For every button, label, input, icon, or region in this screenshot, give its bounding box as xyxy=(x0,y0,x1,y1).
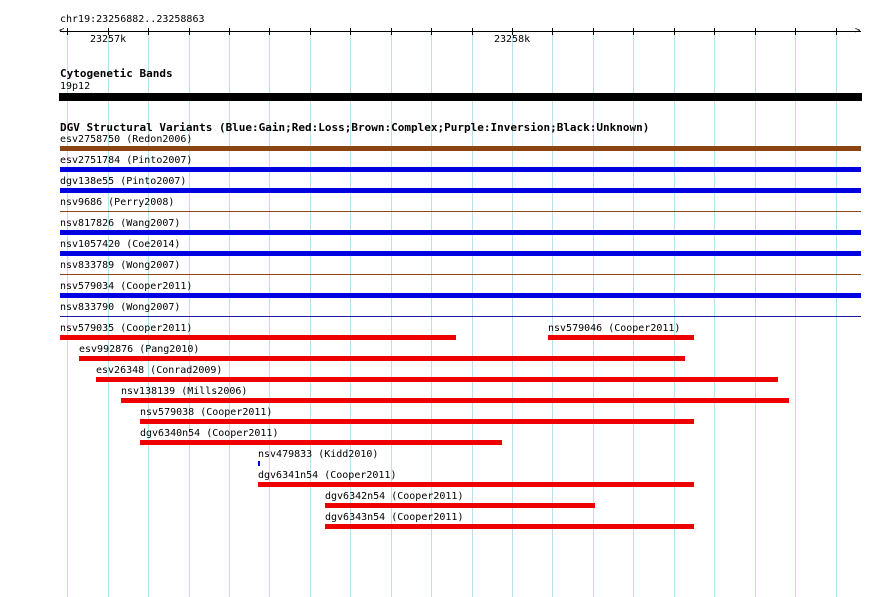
variant-label: nsv579035 (Cooper2011) xyxy=(60,323,193,334)
variant-bar-gain[interactable] xyxy=(60,188,861,193)
grid-line xyxy=(552,28,553,597)
cytoband-name: 19p12 xyxy=(60,81,91,92)
grid-line xyxy=(836,28,837,597)
variant-bar-loss[interactable] xyxy=(121,398,789,403)
grid-line xyxy=(310,28,311,597)
variant-label: dgv6342n54 (Cooper2011) xyxy=(325,491,464,502)
ruler-tick xyxy=(836,28,837,35)
variant-label: dgv6343n54 (Cooper2011) xyxy=(325,512,464,523)
ruler-tick xyxy=(269,28,270,35)
ruler-tick xyxy=(67,28,68,35)
variant-bar-loss[interactable] xyxy=(548,335,694,340)
variant-label: nsv479833 (Kidd2010) xyxy=(258,449,379,460)
ruler-tick xyxy=(755,28,756,35)
ruler-tick xyxy=(795,28,796,35)
ruler-tick xyxy=(714,28,715,35)
grid-line xyxy=(795,28,796,597)
variant-bar-loss[interactable] xyxy=(325,524,694,529)
variant-bar-loss[interactable] xyxy=(140,419,694,424)
variant-label: nsv138139 (Mills2006) xyxy=(121,386,248,397)
variant-bar-loss[interactable] xyxy=(96,377,778,382)
variant-label: esv2751784 (Pinto2007) xyxy=(60,155,193,166)
grid-line xyxy=(472,28,473,597)
variant-bar-gain[interactable] xyxy=(60,230,861,235)
ruler-tick xyxy=(431,28,432,35)
variant-bar-gain[interactable] xyxy=(258,461,260,466)
ruler-tick xyxy=(350,28,351,35)
ruler-tick xyxy=(472,28,473,35)
cytoband-bar[interactable] xyxy=(59,93,862,101)
variant-label: dgv6340n54 (Cooper2011) xyxy=(140,428,279,439)
variant-label: nsv1057420 (Coe2014) xyxy=(60,239,181,250)
dgv-track-title: DGV Structural Variants (Blue:Gain;Red:L… xyxy=(60,121,650,134)
ruler-tick xyxy=(391,28,392,35)
ruler: chr19:23256882..23258863 < > 23257k 23258… xyxy=(0,0,890,50)
region-label: chr19:23256882..23258863 xyxy=(60,14,205,25)
ruler-line xyxy=(60,31,861,32)
variant-label: nsv9686 (Perry2008) xyxy=(60,197,175,208)
ruler-major-tick-label: 23258k xyxy=(494,34,531,45)
variant-bar-loss[interactable] xyxy=(140,440,502,445)
cytoband-track-title: Cytogenetic Bands xyxy=(60,67,173,80)
ruler-tick xyxy=(310,28,311,35)
grid-line xyxy=(633,28,634,597)
ruler-tick xyxy=(189,28,190,35)
grid-line xyxy=(229,28,230,597)
variant-bar-gain[interactable] xyxy=(60,293,861,298)
grid-line xyxy=(714,28,715,597)
grid-line xyxy=(674,28,675,597)
variant-bar-thin_blue[interactable] xyxy=(60,316,861,317)
variant-bar-complex[interactable] xyxy=(60,146,861,151)
variant-label: dgv138e55 (Pinto2007) xyxy=(60,176,187,187)
variant-label: nsv817826 (Wang2007) xyxy=(60,218,181,229)
variant-label: esv992876 (Pang2010) xyxy=(79,344,200,355)
variant-bar-thin_brown[interactable] xyxy=(60,274,861,275)
ruler-tick xyxy=(148,28,149,35)
grid-line xyxy=(512,28,513,597)
grid-line xyxy=(593,28,594,597)
ruler-major-tick-label: 23257k xyxy=(90,34,127,45)
variant-bar-gain[interactable] xyxy=(60,251,861,256)
variant-label: dgv6341n54 (Cooper2011) xyxy=(258,470,397,481)
grid-line xyxy=(755,28,756,597)
ruler-tick xyxy=(633,28,634,35)
variant-label: nsv833790 (Wong2007) xyxy=(60,302,181,313)
variant-label: nsv833789 (Wong2007) xyxy=(60,260,181,271)
ruler-left-arrow-icon: < xyxy=(59,26,65,36)
ruler-tick xyxy=(593,28,594,35)
variant-label: nsv579034 (Cooper2011) xyxy=(60,281,193,292)
variant-label: esv2758750 (Redon2006) xyxy=(60,134,193,145)
variant-bar-loss[interactable] xyxy=(325,503,595,508)
ruler-tick xyxy=(552,28,553,35)
grid-line xyxy=(189,28,190,597)
variant-label: esv26348 (Conrad2009) xyxy=(96,365,223,376)
variant-label: nsv579038 (Cooper2011) xyxy=(140,407,273,418)
ruler-tick xyxy=(674,28,675,35)
variant-label: nsv579046 (Cooper2011) xyxy=(548,323,681,334)
variant-bar-thin_brown[interactable] xyxy=(60,211,861,212)
ruler-right-arrow-icon: > xyxy=(855,26,861,36)
ruler-tick xyxy=(229,28,230,35)
grid-line xyxy=(269,28,270,597)
variant-bar-loss[interactable] xyxy=(79,356,685,361)
variant-bar-gain[interactable] xyxy=(60,167,861,172)
variant-bar-loss[interactable] xyxy=(60,335,456,340)
variant-bar-loss[interactable] xyxy=(258,482,694,487)
